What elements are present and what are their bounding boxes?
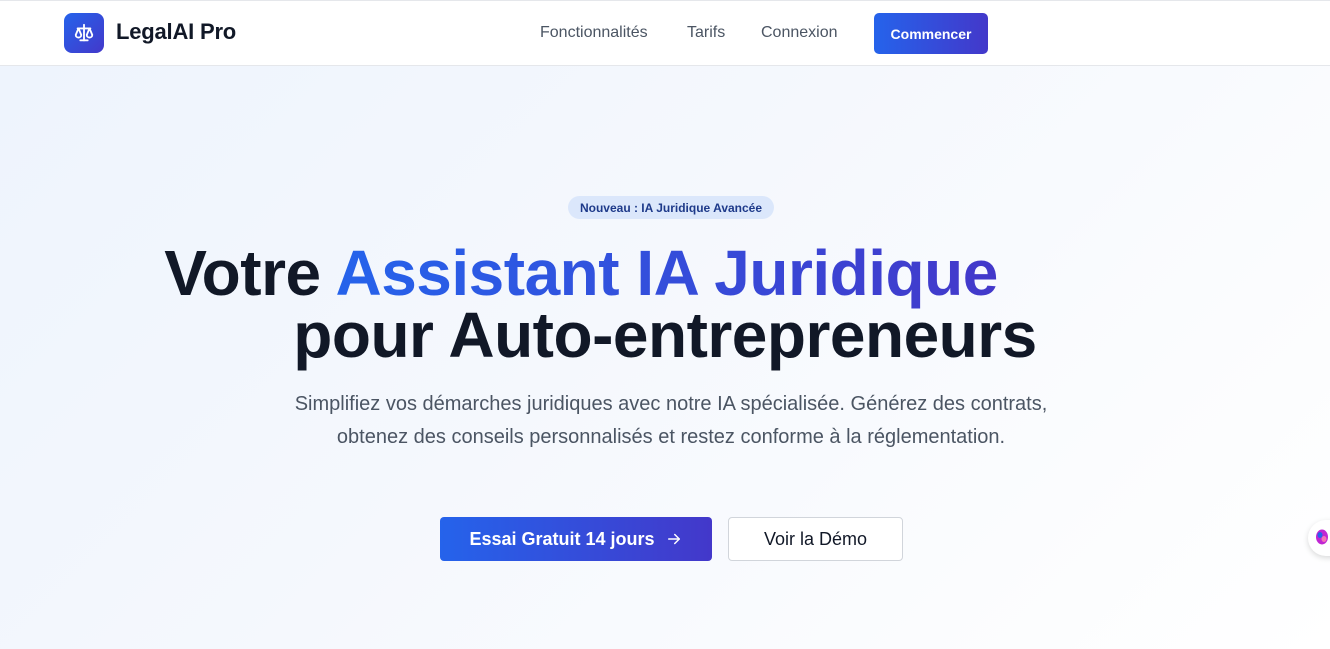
arrow-right-icon — [667, 533, 680, 545]
nav-link-pricing[interactable]: Tarifs — [687, 24, 725, 42]
brain-icon — [1316, 529, 1328, 545]
hero-title-line-1: Votre Assistant IA Juridique — [0, 241, 1246, 305]
landing-page: LegalAI Pro Fonctionnalités Tarifs Conne… — [0, 0, 1330, 649]
view-demo-button[interactable]: Voir la Démo — [728, 517, 903, 561]
new-feature-badge: Nouveau : IA Juridique Avancée — [568, 196, 774, 219]
logo[interactable] — [64, 13, 104, 53]
free-trial-button[interactable]: Essai Gratuit 14 jours — [440, 517, 712, 561]
brand-name[interactable]: LegalAI Pro — [116, 19, 236, 45]
top-navbar: LegalAI Pro Fonctionnalités Tarifs Conne… — [0, 0, 1330, 66]
start-button[interactable]: Commencer — [874, 13, 988, 54]
hero-title-line-2: pour Auto-entrepreneurs — [293, 299, 1037, 371]
scale-icon — [74, 23, 94, 42]
nav-link-features[interactable]: Fonctionnalités — [540, 24, 648, 42]
free-trial-label: Essai Gratuit 14 jours — [469, 528, 655, 549]
nav-link-login[interactable]: Connexion — [761, 24, 838, 42]
hero-section: Nouveau : IA Juridique Avancée Votre Ass… — [0, 66, 1330, 649]
hero-subtitle: Simplifiez vos démarches juridiques avec… — [294, 393, 1048, 448]
